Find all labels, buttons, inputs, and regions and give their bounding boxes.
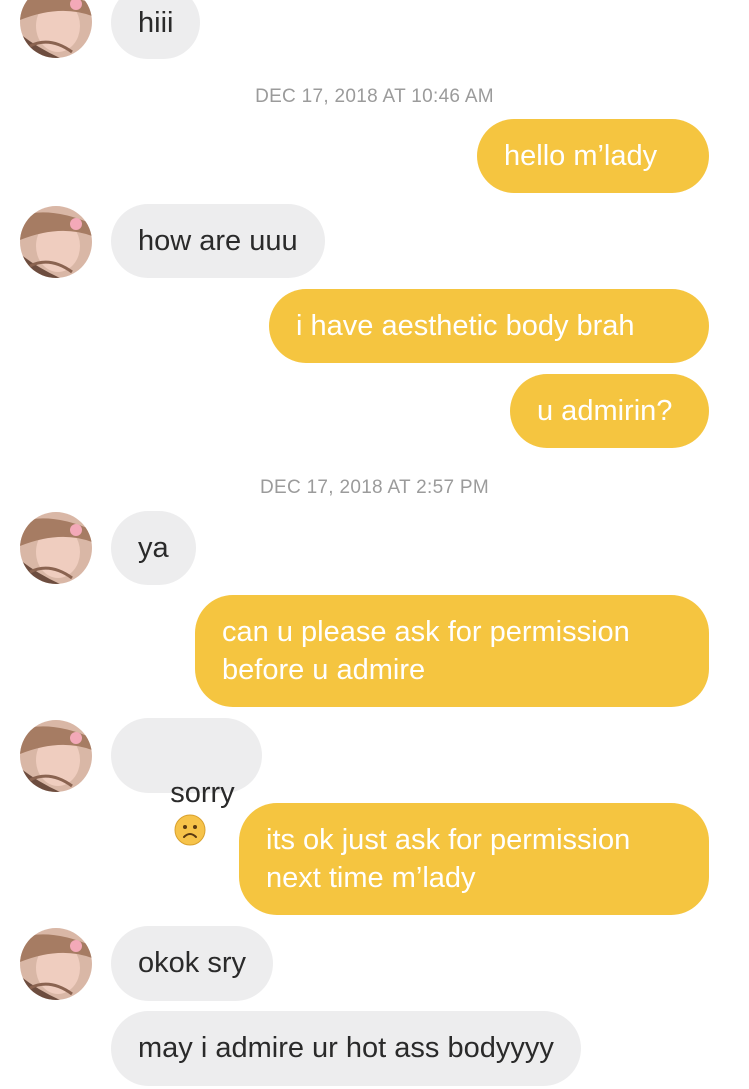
- message-bubble-outgoing[interactable]: hello m’lady: [477, 119, 709, 193]
- contact-avatar[interactable]: [20, 0, 92, 58]
- avatar-photo-icon: [20, 720, 92, 792]
- message-text: sorry: [170, 777, 235, 809]
- timestamp: DEC 17, 2018 AT 2:57 PM: [259, 477, 490, 498]
- message-bubble-outgoing[interactable]: i have aesthetic body brah: [269, 289, 709, 363]
- avatar-photo-icon: [20, 206, 92, 278]
- avatar-photo-icon: [20, 0, 92, 58]
- frowning-face-emoji: [174, 814, 206, 846]
- avatar-photo-icon: [20, 928, 92, 1000]
- message-bubble-outgoing[interactable]: can u please ask for permission before u…: [195, 595, 709, 707]
- message-bubble-incoming[interactable]: how are uuu: [111, 204, 325, 278]
- message-bubble-incoming[interactable]: ya: [111, 511, 196, 585]
- message-bubble-outgoing[interactable]: u admirin?: [510, 374, 709, 448]
- message-bubble-outgoing[interactable]: its ok just ask for permission next time…: [239, 803, 709, 915]
- timestamp: DEC 17, 2018 AT 10:46 AM: [255, 86, 494, 107]
- contact-avatar[interactable]: [20, 720, 92, 792]
- avatar-photo-icon: [20, 512, 92, 584]
- message-bubble-incoming[interactable]: hiii: [111, 0, 201, 59]
- chat-thread: hiii DEC 17, 2018 AT 10:46 AM hello m’la…: [0, 0, 749, 1089]
- message-bubble-incoming[interactable]: sorry: [111, 718, 262, 846]
- contact-avatar[interactable]: [20, 928, 92, 1000]
- contact-avatar[interactable]: [20, 512, 92, 584]
- message-bubble-incoming[interactable]: okok sry: [111, 926, 273, 1001]
- contact-avatar[interactable]: [20, 206, 92, 278]
- message-bubble-incoming[interactable]: may i admire ur hot ass bodyyyy: [111, 1011, 581, 1086]
